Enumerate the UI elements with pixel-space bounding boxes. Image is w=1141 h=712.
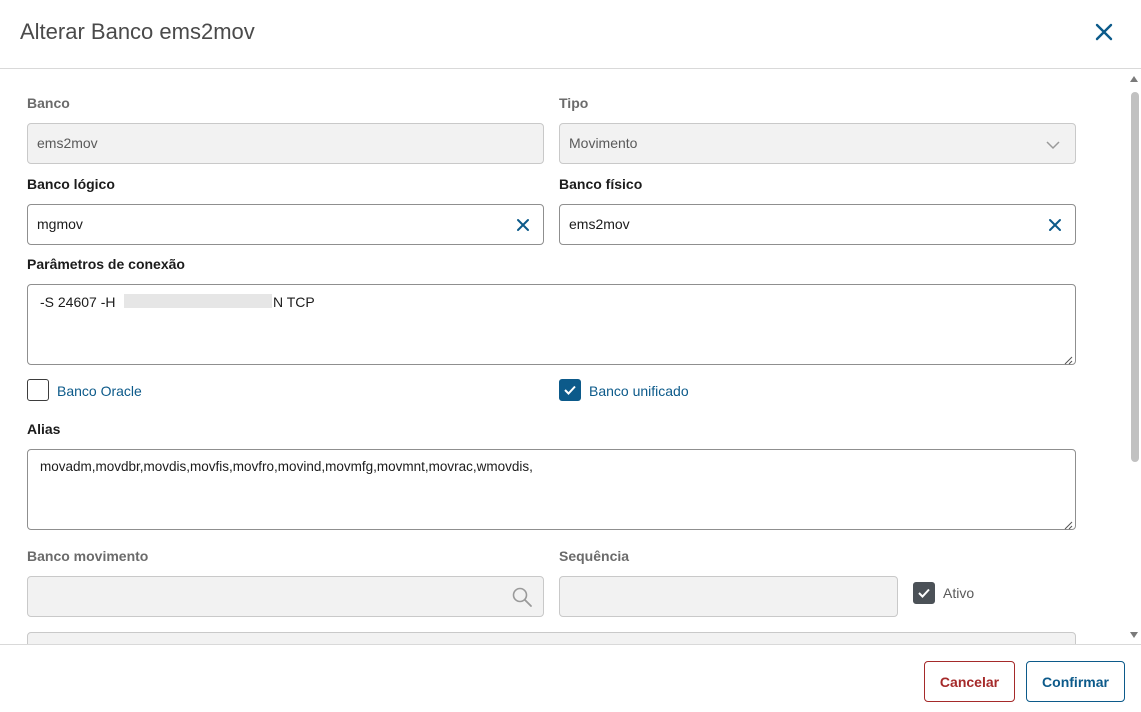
banco-movimento-lookup <box>27 576 544 617</box>
dialog-header: Alterar Banco ems2mov <box>0 0 1141 69</box>
alias-textarea[interactable]: movadm,movdbr,movdis,movfis,movfro,movin… <box>27 449 1076 530</box>
chevron-down-icon <box>1045 138 1061 150</box>
parametros-value-start: -S 24607 -H <box>40 294 116 310</box>
clear-icon[interactable] <box>1047 217 1063 233</box>
banco-logico-input[interactable]: mgmov <box>27 204 544 245</box>
redacted-block <box>124 294 272 308</box>
parametros-label: Parâmetros de conexão <box>27 256 185 272</box>
next-field-partial <box>27 632 1076 644</box>
confirm-button[interactable]: Confirmar <box>1026 661 1125 702</box>
sequencia-input <box>559 576 898 617</box>
banco-unificado-checkbox[interactable] <box>559 379 581 401</box>
tipo-label: Tipo <box>559 95 589 111</box>
banco-value: ems2mov <box>37 135 98 151</box>
banco-unificado-label[interactable]: Banco unificado <box>589 383 689 399</box>
sequencia-label: Sequência <box>559 548 630 564</box>
parametros-value-end: N TCP <box>273 294 315 310</box>
alias-label: Alias <box>27 421 61 437</box>
banco-logico-label: Banco lógico <box>27 176 115 192</box>
close-icon[interactable] <box>1092 20 1116 44</box>
banco-field: ems2mov <box>27 123 544 164</box>
ativo-label: Ativo <box>943 585 975 601</box>
dialog-footer: Cancelar Confirmar <box>0 644 1141 712</box>
parametros-textarea[interactable]: -S 24607 -H N TCP <box>27 284 1076 365</box>
banco-logico-value: mgmov <box>37 216 83 232</box>
tipo-value: Movimento <box>569 135 638 151</box>
dialog-title: Alterar Banco ems2mov <box>20 19 255 44</box>
banco-label: Banco <box>27 95 70 111</box>
banco-fisico-label: Banco físico <box>559 176 643 192</box>
scroll-up-icon[interactable] <box>1130 76 1138 82</box>
ativo-checkbox <box>913 582 935 604</box>
banco-oracle-checkbox[interactable] <box>27 379 49 401</box>
scroll-down-icon[interactable] <box>1130 632 1138 638</box>
dialog-body: Banco ems2mov Tipo Movimento Banco lógic… <box>0 70 1141 644</box>
search-icon <box>511 586 533 608</box>
tipo-select: Movimento <box>559 123 1076 164</box>
cancel-button[interactable]: Cancelar <box>924 661 1015 702</box>
banco-fisico-input[interactable]: ems2mov <box>559 204 1076 245</box>
scrollbar[interactable] <box>1127 70 1141 644</box>
alias-value: movadm,movdbr,movdis,movfis,movfro,movin… <box>40 459 533 474</box>
banco-fisico-value: ems2mov <box>569 216 630 232</box>
clear-icon[interactable] <box>515 217 531 233</box>
scrollbar-thumb[interactable] <box>1131 92 1139 462</box>
resize-grip-icon[interactable] <box>1063 517 1073 530</box>
banco-movimento-label: Banco movimento <box>27 548 149 564</box>
resize-grip-icon[interactable] <box>1063 352 1073 365</box>
banco-oracle-label[interactable]: Banco Oracle <box>57 383 142 399</box>
